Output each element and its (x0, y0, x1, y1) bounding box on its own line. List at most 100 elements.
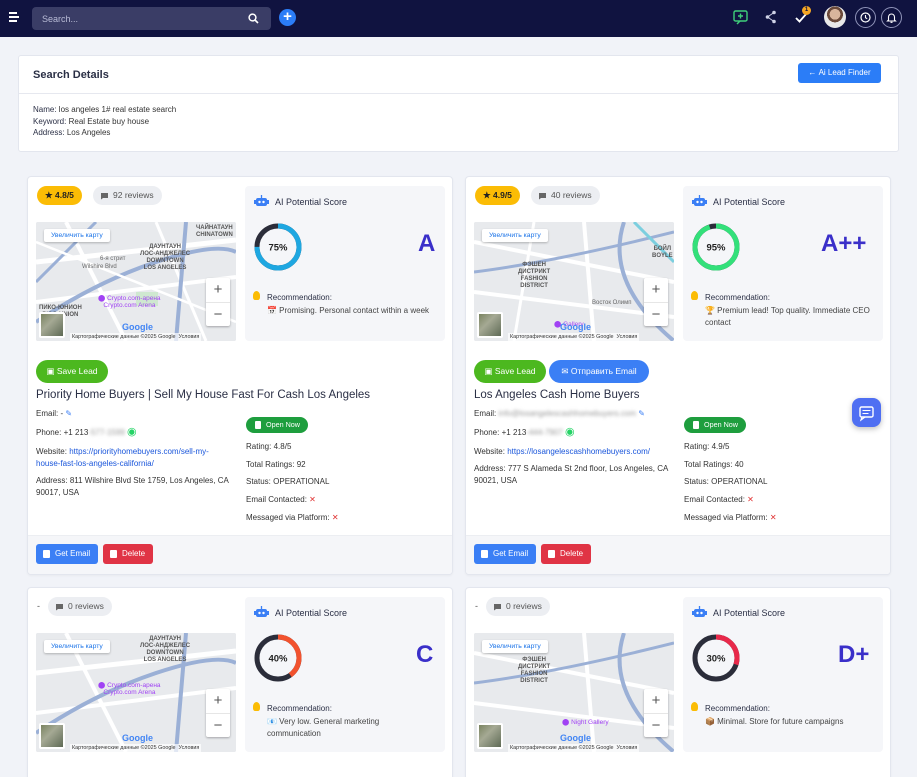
email-label: Email: (474, 409, 497, 418)
score-grade: A++ (821, 230, 867, 257)
ai-score-panel: AI Potential Score 30% D+ Recommendation… (683, 597, 883, 752)
map-zoom-control[interactable]: + − (206, 278, 230, 326)
zoom-out-icon[interactable]: − (644, 302, 668, 326)
trash-icon (110, 550, 117, 558)
recommendation-label: Recommendation: (267, 704, 332, 713)
whatsapp-icon[interactable]: ◉ (127, 426, 137, 438)
lead-title: Priority Home Buyers | Sell My House Fas… (36, 389, 371, 401)
google-map[interactable]: Увеличить карту ФЭШЕН ДИСТРИКТ FASHION DIST… (474, 633, 674, 752)
google-map[interactable]: Увеличить карту БОЙЛ BOYLE ФЭШЕН ДИСТРИКТ F… (474, 222, 674, 341)
map-zoom-control[interactable]: + − (644, 278, 668, 326)
zoom-in-icon[interactable]: + (206, 689, 230, 713)
edit-icon[interactable]: ✎ (65, 409, 72, 418)
trash-icon (548, 550, 555, 558)
map-place-pin[interactable]: ⬤ Crypto.com-арена Crypto.com Arena (98, 294, 161, 309)
zoom-out-icon[interactable]: − (206, 713, 230, 737)
keyword-value: Real Estate buy house (68, 116, 150, 126)
star-icon: ★ (45, 190, 53, 200)
score-ring: 95% (692, 223, 740, 271)
lightbulb-icon (253, 702, 260, 711)
search-icon[interactable] (248, 13, 259, 24)
map-zoom-control[interactable]: + − (644, 689, 668, 737)
phone-row: Phone: +1 213-444-7907 ◉ (474, 426, 575, 439)
map-enlarge-button[interactable]: Увеличить карту (44, 229, 110, 242)
zoom-out-icon[interactable]: − (206, 302, 230, 326)
save-lead-button[interactable]: ▣ Save Lead (36, 360, 108, 383)
score-ring: 40% (254, 634, 302, 682)
map-label: ДАУНТАУН ЛОС-АНДЖЕЛЕС DOWNTOWN LOS ANGELES (140, 636, 191, 663)
google-map[interactable]: Увеличить карту ЧАЙНАТАУН CHINATOWN ДАУНТ… (36, 222, 236, 341)
notifications-button[interactable] (881, 7, 902, 28)
satellite-toggle[interactable] (39, 723, 65, 749)
lead-card: ★ 4.8/5 92 reviews Увеличить карту ЧАЙНА… (27, 176, 453, 575)
divider (19, 93, 898, 94)
avatar[interactable] (824, 6, 846, 28)
reviews-count: 0 reviews (506, 601, 542, 611)
ai-score-panel: AI Potential Score 95% A++ Recommendatio… (683, 186, 883, 341)
score-title: AI Potential Score (713, 608, 786, 618)
map-enlarge-button[interactable]: Увеличить карту (44, 640, 110, 653)
score-ring: 30% (692, 634, 740, 682)
robot-icon (692, 606, 707, 617)
map-label: БОЙЛ BOYLE (652, 246, 673, 259)
add-button[interactable]: + (279, 9, 296, 26)
share-icon[interactable] (765, 10, 777, 24)
phone-hidden: -444-7907 (526, 428, 563, 437)
ai-score-panel: AI Potential Score 75% A Recommendation:… (245, 186, 445, 341)
comment-icon (56, 604, 63, 611)
zoom-in-icon[interactable]: + (206, 278, 230, 302)
satellite-toggle[interactable] (39, 312, 65, 338)
delete-button[interactable]: Delete (541, 544, 592, 564)
whatsapp-icon[interactable]: ◉ (565, 426, 575, 438)
chat-plus-icon[interactable] (733, 10, 748, 25)
google-map[interactable]: Увеличить карту ДАУНТАУН ЛОС-АНДЖЕЛЕС DOWN… (36, 633, 236, 752)
history-button[interactable] (855, 7, 876, 28)
map-place-pin[interactable]: ⬤ Crypto.com-арена Crypto.com Arena (98, 681, 161, 696)
flask-icon (481, 550, 488, 558)
bell-icon (886, 13, 897, 23)
store-icon (255, 421, 261, 429)
zoom-in-icon[interactable]: + (644, 278, 668, 302)
satellite-toggle[interactable] (477, 723, 503, 749)
save-icon: ▣ (46, 366, 55, 376)
score-percent: 30% (706, 654, 726, 665)
score-title: AI Potential Score (713, 197, 786, 207)
comment-icon (101, 193, 108, 200)
chat-fab-button[interactable] (852, 398, 881, 427)
zoom-in-icon[interactable]: + (644, 689, 668, 713)
map-enlarge-button[interactable]: Увеличить карту (482, 229, 548, 242)
chat-bubble-icon (859, 406, 874, 422)
map-attribution: Картографические данные ©2025 Google Усл… (508, 744, 640, 752)
reviews-badge: 0 reviews (48, 597, 112, 616)
card-footer: Get Email Delete (28, 535, 452, 574)
send-email-button[interactable]: ✉ Отправить Email (549, 360, 649, 383)
email-label: Email: (36, 409, 59, 418)
address-row: Address: 777 S Alameda St 2nd floor, Los… (474, 463, 674, 486)
edit-icon[interactable]: ✎ (638, 409, 645, 418)
total-ratings-row: Total Ratings: 40 (684, 460, 744, 469)
cross-icon: ✕ (331, 513, 339, 522)
search-input[interactable]: Search... (32, 7, 271, 30)
save-lead-button[interactable]: ▣ Save Lead (474, 360, 546, 383)
satellite-toggle[interactable] (477, 312, 503, 338)
get-email-button[interactable]: Get Email (36, 544, 99, 564)
map-zoom-control[interactable]: + − (206, 689, 230, 737)
score-grade: D+ (838, 641, 870, 668)
google-logo: Google (122, 322, 153, 332)
delete-button[interactable]: Delete (103, 544, 154, 564)
score-title: AI Potential Score (275, 197, 348, 207)
cross-icon: ✕ (747, 495, 754, 504)
website-link[interactable]: https://losangelescashhomebuyers.com/ (507, 447, 650, 456)
search-details-list: Name: los angeles 1# real estate search … (33, 104, 176, 139)
back-arrow-icon: ← (808, 68, 817, 77)
website-row: Website: https://priorityhomebuyers.com/… (36, 446, 232, 469)
address-label: Address: (474, 464, 506, 473)
envelope-icon: ✉ (561, 366, 569, 376)
menu-icon[interactable] (9, 12, 19, 24)
get-email-button[interactable]: Get Email (474, 544, 537, 564)
zoom-out-icon[interactable]: − (644, 713, 668, 737)
map-place-pin[interactable]: ⬤ Night Gallery (562, 718, 609, 726)
cross-icon: ✕ (769, 513, 777, 522)
map-enlarge-button[interactable]: Увеличить карту (482, 640, 548, 653)
ai-lead-finder-button[interactable]: ← Ai Lead Finder (798, 63, 881, 83)
